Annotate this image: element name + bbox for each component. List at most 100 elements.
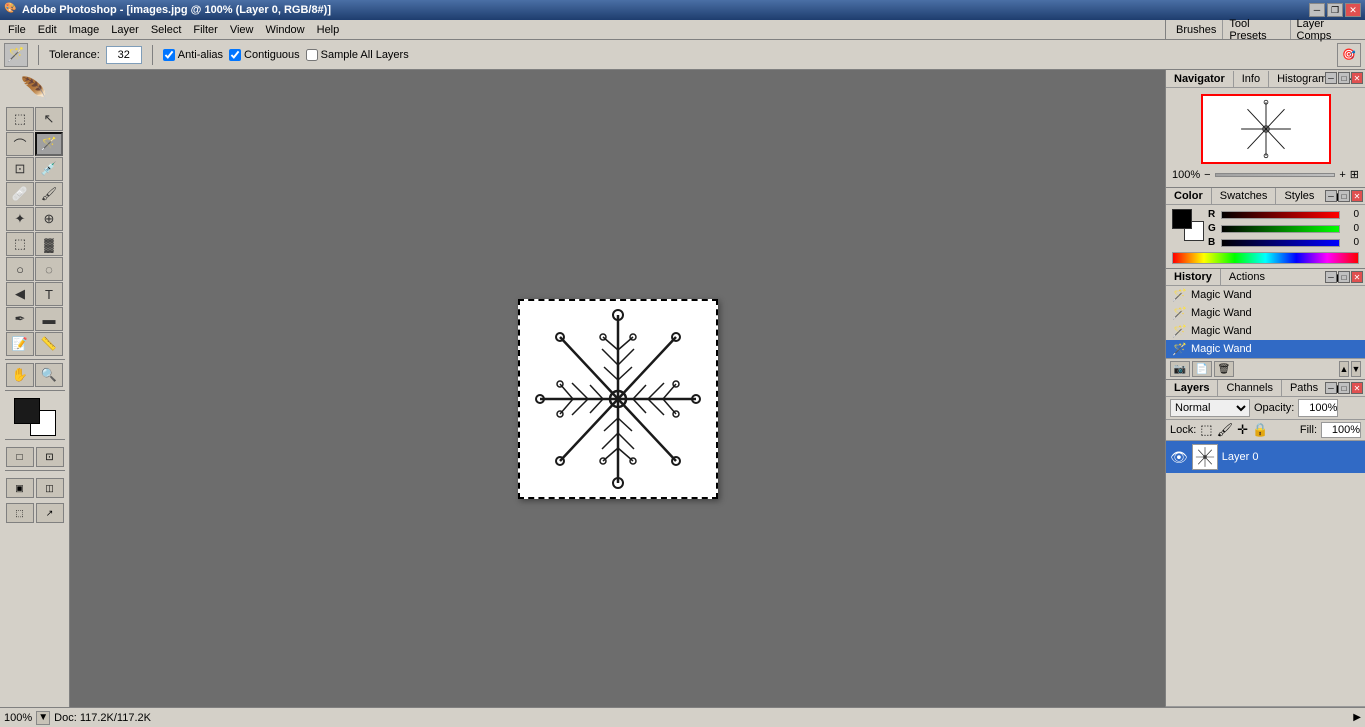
pen-tool[interactable]: ✒: [6, 307, 34, 331]
history-minimize-btn[interactable]: ─: [1325, 271, 1337, 283]
nav-restore-btn[interactable]: □: [1338, 72, 1350, 84]
nav-minimize-btn[interactable]: ─: [1325, 72, 1337, 84]
menu-help[interactable]: Help: [311, 22, 346, 38]
history-tab[interactable]: History: [1166, 269, 1221, 285]
sample-all-checkbox-label[interactable]: Sample All Layers: [306, 49, 409, 61]
healing-brush-tool[interactable]: 🩹: [6, 182, 34, 206]
type-tool[interactable]: T: [35, 282, 63, 306]
history-restore-btn[interactable]: □: [1338, 271, 1350, 283]
lock-transparent-icon[interactable]: ⬚: [1200, 422, 1212, 438]
g-slider[interactable]: [1221, 225, 1340, 233]
menu-image[interactable]: Image: [63, 22, 106, 38]
layers-minimize-btn[interactable]: ─: [1325, 382, 1337, 394]
history-item[interactable]: 🪄 Magic Wand: [1166, 304, 1365, 322]
actions-tab[interactable]: Actions: [1221, 269, 1273, 285]
move-tool[interactable]: ↖: [35, 107, 63, 131]
layers-close-btn[interactable]: ✕: [1351, 382, 1363, 394]
navigator-tab[interactable]: Navigator: [1166, 71, 1234, 87]
history-scroll-up[interactable]: ▲: [1339, 361, 1349, 377]
fill-input[interactable]: [1321, 422, 1361, 438]
brushes-tab[interactable]: Brushes: [1170, 20, 1223, 39]
layers-tab[interactable]: Layers: [1166, 380, 1218, 396]
gradient-tool[interactable]: ▓: [35, 232, 63, 256]
color-fg-swatch[interactable]: [1172, 209, 1192, 229]
quick-mask-btn[interactable]: ⊡: [36, 447, 64, 467]
close-button[interactable]: ✕: [1345, 3, 1361, 17]
menu-file[interactable]: File: [2, 22, 32, 38]
blur-tool[interactable]: ○: [6, 257, 34, 281]
r-slider[interactable]: [1221, 211, 1340, 219]
minimize-button[interactable]: ─: [1309, 3, 1325, 17]
opacity-input[interactable]: [1298, 399, 1338, 417]
notes-tool[interactable]: 📝: [6, 332, 34, 356]
status-scroll-btn[interactable]: ▶: [1353, 712, 1361, 723]
nav-close-btn[interactable]: ✕: [1351, 72, 1363, 84]
tool-presets-tab[interactable]: Tool Presets: [1223, 20, 1290, 39]
swatches-tab[interactable]: Swatches: [1212, 188, 1277, 204]
history-new-snapshot-btn[interactable]: 📷: [1170, 361, 1190, 377]
screen-mode-btn-1[interactable]: ▣: [6, 478, 34, 498]
standard-mode-btn[interactable]: □: [6, 447, 34, 467]
marquee-tool[interactable]: ⬚: [6, 107, 34, 131]
color-restore-btn[interactable]: □: [1338, 190, 1350, 202]
history-scroll-down[interactable]: ▼: [1351, 361, 1361, 377]
clone-stamp-tool[interactable]: ✦: [6, 207, 34, 231]
brush-tool[interactable]: 🖌: [35, 182, 63, 206]
anti-alias-checkbox[interactable]: [163, 49, 175, 61]
contiguous-checkbox[interactable]: [229, 49, 241, 61]
history-item[interactable]: 🪄 Magic Wand: [1166, 322, 1365, 340]
sample-icon-button[interactable]: 🎯: [1337, 43, 1361, 67]
tolerance-input[interactable]: [106, 46, 142, 64]
path-selection-tool[interactable]: ◀: [6, 282, 34, 306]
menu-select[interactable]: Select: [145, 22, 188, 38]
menu-filter[interactable]: Filter: [187, 22, 223, 38]
extra-btn-1[interactable]: ⬚: [6, 503, 34, 523]
lock-all-icon[interactable]: 🔒: [1252, 422, 1268, 438]
status-zoom-btn[interactable]: ▼: [36, 711, 50, 725]
styles-tab[interactable]: Styles: [1276, 188, 1322, 204]
channels-tab[interactable]: Channels: [1218, 380, 1281, 396]
restore-button[interactable]: ❐: [1327, 3, 1343, 17]
anti-alias-checkbox-label[interactable]: Anti-alias: [163, 49, 223, 61]
layers-restore-btn[interactable]: □: [1338, 382, 1350, 394]
nav-zoom-expand[interactable]: ⊞: [1350, 168, 1359, 181]
extra-btn-2[interactable]: ↗: [36, 503, 64, 523]
blend-mode-select[interactable]: Normal Multiply Screen: [1170, 399, 1250, 417]
color-close-btn[interactable]: ✕: [1351, 190, 1363, 202]
info-tab[interactable]: Info: [1234, 71, 1269, 87]
shape-tool[interactable]: ▬: [35, 307, 63, 331]
nav-zoom-slider[interactable]: [1215, 173, 1336, 177]
nav-zoom-minus[interactable]: −: [1204, 169, 1210, 181]
measure-tool[interactable]: 📏: [35, 332, 63, 356]
color-minimize-btn[interactable]: ─: [1325, 190, 1337, 202]
hand-tool[interactable]: ✋: [6, 363, 34, 387]
dodge-tool[interactable]: ◌: [35, 257, 63, 281]
crop-tool[interactable]: ⊡: [6, 157, 34, 181]
menu-edit[interactable]: Edit: [32, 22, 63, 38]
layer-comps-tab[interactable]: Layer Comps: [1291, 20, 1362, 39]
history-close-btn[interactable]: ✕: [1351, 271, 1363, 283]
menu-layer[interactable]: Layer: [105, 22, 145, 38]
lock-image-icon[interactable]: 🖌: [1217, 422, 1234, 438]
lasso-tool[interactable]: ⌒: [6, 132, 34, 156]
contiguous-checkbox-label[interactable]: Contiguous: [229, 49, 300, 61]
zoom-tool[interactable]: 🔍: [35, 363, 63, 387]
history-new-doc-btn[interactable]: 📄: [1192, 361, 1212, 377]
screen-mode-btn-2[interactable]: ◫: [36, 478, 64, 498]
menu-window[interactable]: Window: [260, 22, 311, 38]
color-spectrum[interactable]: [1172, 252, 1359, 264]
lock-position-icon[interactable]: ✛: [1237, 422, 1248, 438]
color-tab[interactable]: Color: [1166, 188, 1212, 204]
menu-view[interactable]: View: [224, 22, 260, 38]
eraser-tool[interactable]: ⬚: [6, 232, 34, 256]
magic-wand-tool active[interactable]: 🪄: [35, 132, 63, 156]
sample-all-checkbox[interactable]: [306, 49, 318, 61]
history-brush-tool[interactable]: ⊕: [35, 207, 63, 231]
b-slider[interactable]: [1221, 239, 1340, 247]
eyedropper-tool[interactable]: 💉: [35, 157, 63, 181]
history-item-active[interactable]: 🪄 Magic Wand: [1166, 340, 1365, 358]
foreground-color[interactable]: [14, 398, 40, 424]
layer-item[interactable]: 👁 Layer 0: [1166, 441, 1365, 473]
paths-tab[interactable]: Paths: [1282, 380, 1326, 396]
layer-visibility-icon[interactable]: 👁: [1170, 449, 1188, 466]
